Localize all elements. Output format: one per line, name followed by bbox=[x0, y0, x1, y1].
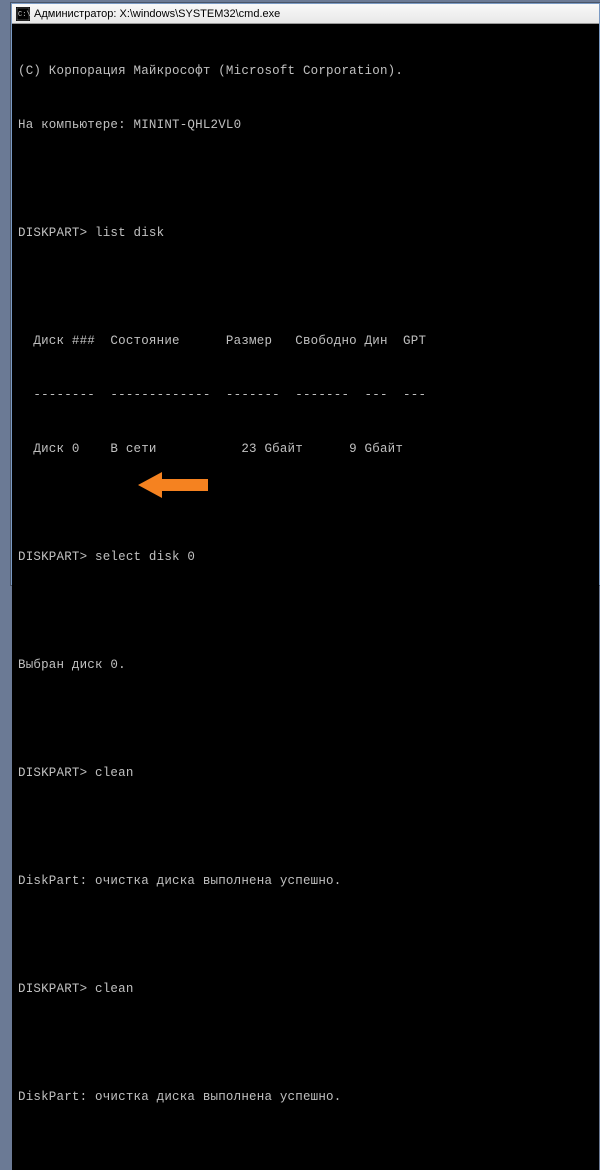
cmd-window: C:\ Администратор: X:\windows\SYSTEM32\c… bbox=[11, 3, 600, 585]
terminal-line bbox=[18, 278, 593, 296]
terminal-line: DiskPart: очистка диска выполнена успешн… bbox=[18, 872, 593, 890]
terminal-line bbox=[18, 818, 593, 836]
terminal-line: DiskPart: очистка диска выполнена успешн… bbox=[18, 1088, 593, 1106]
terminal-line: Выбран диск 0. bbox=[18, 656, 593, 674]
terminal-line: (С) Корпорация Майкрософт (Microsoft Cor… bbox=[18, 62, 593, 80]
terminal-line bbox=[18, 602, 593, 620]
terminal-line bbox=[18, 170, 593, 188]
terminal-line bbox=[18, 1142, 593, 1160]
terminal-line: DISKPART> clean bbox=[18, 764, 593, 782]
terminal-line: Диск ### Состояние Размер Свободно Дин G… bbox=[18, 332, 593, 350]
terminal-line bbox=[18, 710, 593, 728]
terminal-line: DISKPART> list disk bbox=[18, 224, 593, 242]
svg-text:C:\: C:\ bbox=[18, 11, 30, 19]
window-title: Администратор: X:\windows\SYSTEM32\cmd.e… bbox=[34, 8, 280, 20]
title-bar[interactable]: C:\ Администратор: X:\windows\SYSTEM32\c… bbox=[12, 4, 599, 24]
terminal-line bbox=[18, 926, 593, 944]
terminal-output[interactable]: (С) Корпорация Майкрософт (Microsoft Cor… bbox=[12, 24, 599, 1170]
terminal-line: -------- ------------- ------- ------- -… bbox=[18, 386, 593, 404]
terminal-line: На компьютере: MININT-QHL2VL0 bbox=[18, 116, 593, 134]
terminal-line bbox=[18, 1034, 593, 1052]
terminal-line bbox=[18, 494, 593, 512]
cmd-icon: C:\ bbox=[16, 7, 30, 21]
terminal-line: DISKPART> select disk 0 bbox=[18, 548, 593, 566]
terminal-line: DISKPART> clean bbox=[18, 980, 593, 998]
terminal-line: Диск 0 В сети 23 Gбайт 9 Gбайт bbox=[18, 440, 593, 458]
